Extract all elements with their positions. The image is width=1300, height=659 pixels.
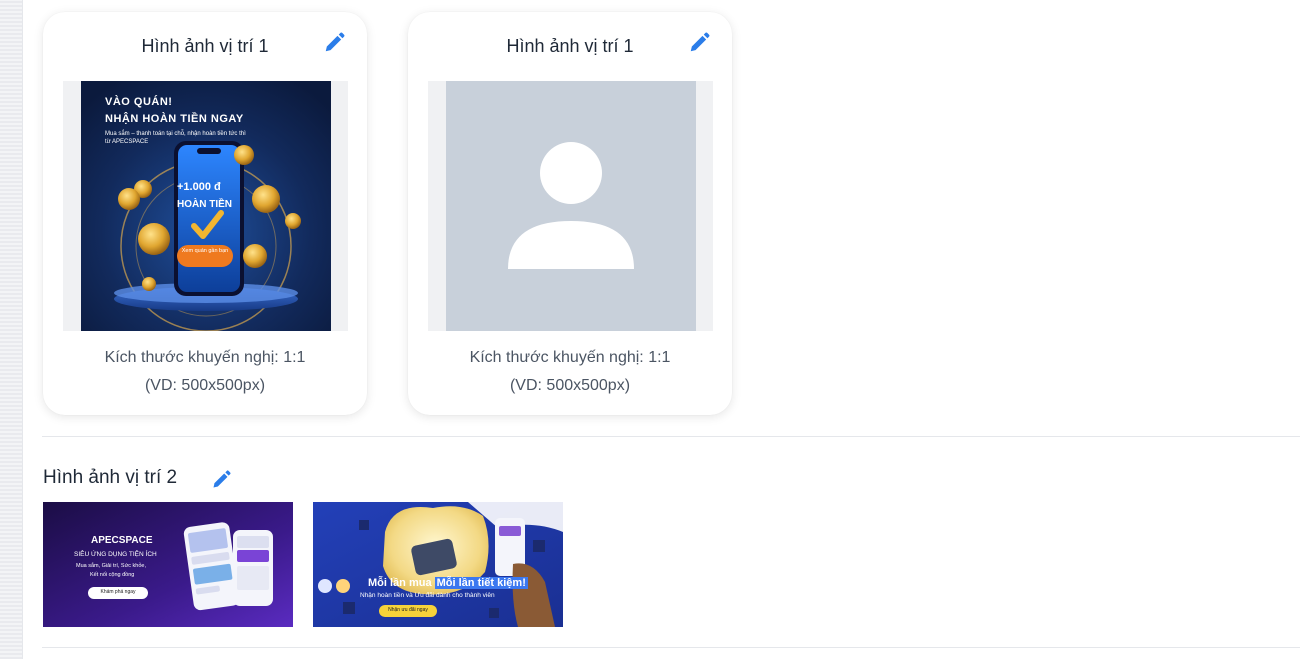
- banner-line-1: Mua sắm, Giải trí, Sức khỏe,: [76, 563, 147, 569]
- image-card-1: Hình ảnh vị trí 1 VÀO QUÁN! NHẬN HOÀN TI…: [43, 12, 367, 415]
- user-icon: [508, 142, 634, 269]
- promo-headline-1: VÀO QUÁN!: [105, 96, 173, 108]
- promo-amount-label: HOÀN TIỀN: [177, 199, 232, 210]
- size-hint: Kích thước khuyến nghị: 1:1 (VD: 500x500…: [43, 344, 367, 400]
- banner-headline: Mỗi lần mua Mỗi lần tiết kiệm!: [368, 577, 528, 589]
- banner-cta: Khám phá ngay: [100, 589, 136, 595]
- pencil-icon[interactable]: [323, 32, 345, 54]
- promo-subtext-1: Mua sắm – thanh toán tại chỗ, nhận hoàn …: [105, 131, 246, 137]
- banner-line-2: Kết nối cộng đồng: [90, 572, 135, 578]
- pencil-icon[interactable]: [688, 32, 710, 54]
- size-hint-line-1: Kích thước khuyến nghị: 1:1: [469, 349, 671, 366]
- card-title: Hình ảnh vị trí 1: [141, 36, 269, 56]
- banner-image-2[interactable]: Mỗi lần mua Mỗi lần tiết kiệm! Nhận hoàn…: [313, 502, 563, 627]
- banner-headline-part-2: Mỗi lần tiết kiệm!: [434, 577, 528, 589]
- section-title: Hình ảnh vị trí 2: [43, 467, 178, 488]
- size-hint: Kích thước khuyến nghị: 1:1 (VD: 500x500…: [408, 344, 732, 400]
- size-hint-line-2: (VD: 500x500px): [144, 377, 266, 394]
- size-hint-line-1: Kích thước khuyến nghị: 1:1: [104, 349, 306, 366]
- promo-headline-2: NHẬN HOÀN TIỀN NGAY: [105, 113, 244, 125]
- banner-brand: APECSPACE: [91, 535, 153, 546]
- left-rail: [0, 0, 23, 659]
- banner-subline: Nhận hoàn tiền và Ưu đãi dành cho thành …: [360, 592, 495, 599]
- banner-tagline: SIÊU ỨNG DỤNG TIỆN ÍCH: [74, 551, 157, 558]
- banner-image-1[interactable]: APECSPACE SIÊU ỨNG DỤNG TIỆN ÍCH Mua sắm…: [43, 502, 293, 627]
- image-frame[interactable]: [428, 81, 713, 331]
- banner-headline-part-1: Mỗi lần mua: [368, 577, 432, 589]
- promo-subtext-2: từ APECSPACE: [105, 139, 149, 145]
- image-card-2: Hình ảnh vị trí 1 Kích thước khuyến nghị…: [408, 12, 732, 415]
- image-frame[interactable]: VÀO QUÁN! NHẬN HOÀN TIỀN NGAY Mua sắm – …: [63, 81, 348, 331]
- banner-cta: Nhận ưu đãi ngay: [388, 607, 428, 613]
- promo-amount: +1.000 đ: [177, 181, 221, 193]
- placeholder-avatar-image: [446, 81, 696, 331]
- pencil-icon[interactable]: [211, 470, 231, 490]
- divider: [42, 436, 1300, 437]
- divider: [42, 647, 1300, 648]
- promo-cta: Xem quán gần bạn: [181, 248, 229, 254]
- promo-image: VÀO QUÁN! NHẬN HOÀN TIỀN NGAY Mua sắm – …: [81, 81, 331, 331]
- size-hint-line-2: (VD: 500x500px): [509, 377, 631, 394]
- card-title: Hình ảnh vị trí 1: [506, 36, 634, 56]
